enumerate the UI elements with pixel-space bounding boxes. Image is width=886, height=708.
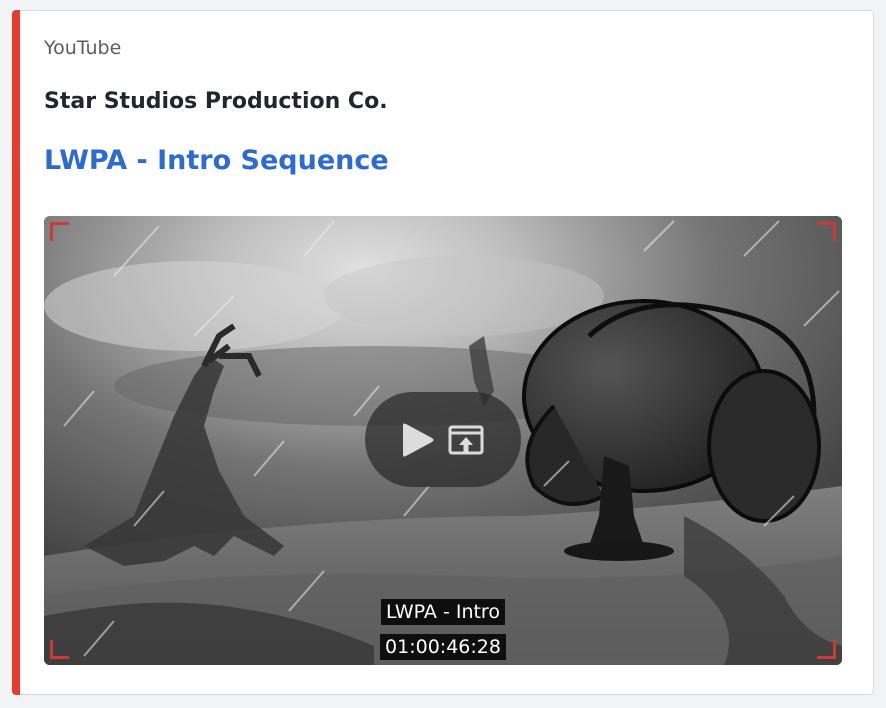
- embed-author[interactable]: Star Studios Production Co.: [44, 89, 388, 114]
- open-external-button[interactable]: [447, 422, 485, 458]
- frame-corner-marker: [817, 222, 836, 241]
- video-controls-pill: [365, 392, 521, 487]
- embed-title-link[interactable]: LWPA - Intro Sequence: [44, 145, 389, 176]
- link-embed-card: YouTube Star Studios Production Co. LWPA…: [12, 10, 874, 695]
- play-button[interactable]: [399, 420, 437, 460]
- frame-corner-marker: [817, 640, 836, 659]
- frame-corner-marker: [50, 640, 69, 659]
- play-icon: [403, 423, 434, 457]
- embed-accent-bar: [12, 10, 20, 695]
- embed-provider[interactable]: YouTube: [44, 37, 121, 59]
- video-thumbnail[interactable]: LWPA - Intro 01:00:46:28: [44, 216, 842, 665]
- frame-corner-marker: [50, 222, 69, 241]
- open-external-icon: [448, 425, 484, 455]
